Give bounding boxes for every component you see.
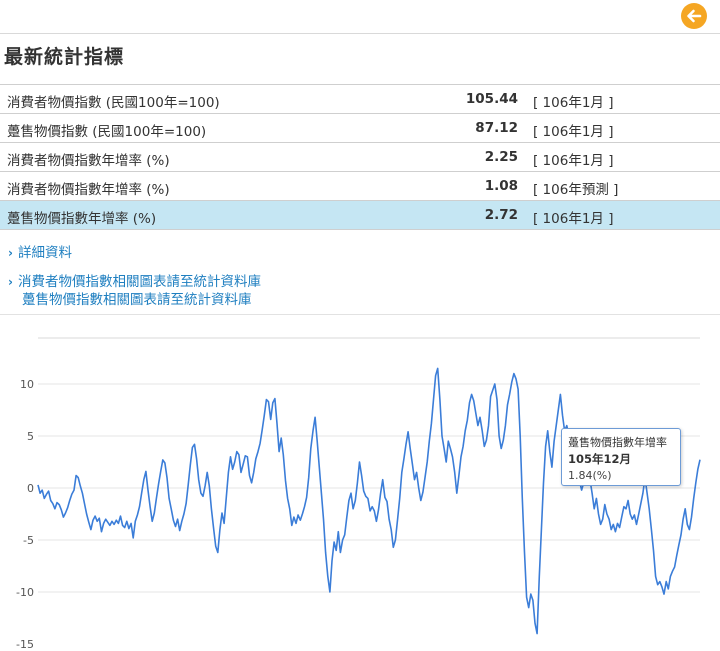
chevron-right-icon: ›: [8, 246, 13, 260]
indicator-period: [ 106年預測 ]: [533, 182, 619, 198]
series-line: [37, 367, 701, 635]
back-button[interactable]: [681, 3, 707, 29]
indicator-value: 1.08: [484, 178, 518, 194]
indicator-value: 105.44: [465, 91, 518, 107]
cpi-database-link[interactable]: › 消費者物價指數相關圖表請至統計資料庫: [8, 273, 261, 291]
indicator-period: [ 106年1月 ]: [533, 124, 614, 140]
y-tick-label: -10: [16, 586, 34, 599]
indicator-row-wpi-yoy: 躉售物價指數年增率 (%) 2.72 [ 106年1月 ]: [0, 200, 720, 230]
y-tick-label: 0: [27, 482, 34, 495]
indicator-period: [ 106年1月 ]: [533, 95, 614, 111]
y-tick-label: 10: [20, 378, 34, 391]
wpi-database-link[interactable]: 躉售物價指數相關圖表請至統計資料庫: [8, 291, 261, 309]
wpi-yoy-line-chart[interactable]: 10 5 0 -5 -10 -15: [0, 330, 720, 651]
indicator-label: 消費者物價指數年增率 (%): [7, 182, 170, 198]
cpi-database-link-text: 消費者物價指數相關圖表請至統計資料庫: [17, 274, 261, 290]
section-divider: [0, 314, 720, 315]
indicator-period: [ 106年1月 ]: [533, 211, 614, 227]
indicator-row-cpi-forecast: 消費者物價指數年增率 (%) 1.08 [ 106年預測 ]: [0, 171, 720, 200]
y-tick-label: -5: [23, 534, 34, 547]
detail-link[interactable]: › 詳細資料: [8, 244, 261, 262]
indicator-label: 消費者物價指數年增率 (%): [7, 153, 170, 169]
indicator-value: 87.12: [475, 120, 518, 136]
chart-tooltip: 躉售物價指數年增率 105年12月 1.84(%): [561, 428, 681, 486]
indicator-table: 消費者物價指數 (民國100年=100) 105.44 [ 106年1月 ] 躉…: [0, 84, 720, 230]
indicator-period: [ 106年1月 ]: [533, 153, 614, 169]
y-tick-label: -15: [16, 638, 34, 651]
indicator-value: 2.25: [484, 149, 518, 165]
indicator-row-cpi-yoy: 消費者物價指數年增率 (%) 2.25 [ 106年1月 ]: [0, 142, 720, 171]
indicator-label: 消費者物價指數 (民國100年=100): [7, 95, 220, 111]
tooltip-series-name: 躉售物價指數年增率: [568, 436, 667, 449]
page-title: 最新統計指標: [4, 46, 125, 68]
indicator-value: 2.72: [484, 207, 518, 223]
detail-link-text: 詳細資料: [17, 245, 72, 261]
indicator-label: 躉售物價指數 (民國100年=100): [7, 124, 207, 140]
tooltip-date: 105年12月: [568, 452, 632, 466]
arrow-left-icon: [687, 9, 702, 23]
indicator-label: 躉售物價指數年增率 (%): [7, 211, 157, 227]
chevron-right-icon: ›: [8, 275, 13, 289]
tooltip-value: 1.84(%): [568, 469, 612, 482]
link-list: › 詳細資料 › 消費者物價指數相關圖表請至統計資料庫 躉售物價指數相關圖表請至統計…: [8, 244, 261, 309]
y-tick-label: 5: [27, 430, 34, 443]
indicator-row-wpi-index: 躉售物價指數 (民國100年=100) 87.12 [ 106年1月 ]: [0, 113, 720, 142]
title-divider: [0, 33, 720, 34]
indicator-row-cpi-index: 消費者物價指數 (民國100年=100) 105.44 [ 106年1月 ]: [0, 84, 720, 113]
